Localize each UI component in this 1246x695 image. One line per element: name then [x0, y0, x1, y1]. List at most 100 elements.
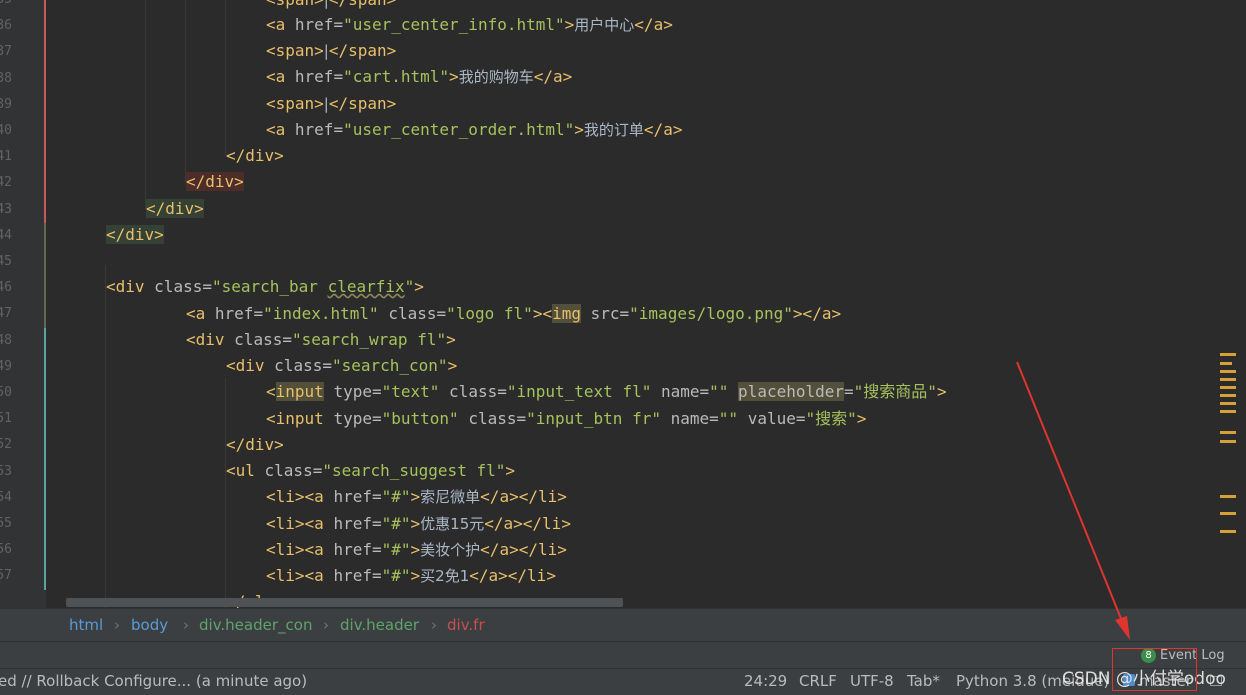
- line-number[interactable]: 43: [0, 197, 12, 223]
- error-stripe-marker[interactable]: [1220, 440, 1236, 443]
- code-token: </a>: [634, 15, 673, 34]
- breadcrumb-item-body[interactable]: body: [131, 616, 168, 634]
- error-stripe-marker[interactable]: [1220, 402, 1236, 405]
- code-token: ></a>: [792, 304, 842, 323]
- line-number[interactable]: 44: [0, 223, 12, 249]
- breadcrumb-item-fr[interactable]: div.fr: [447, 616, 485, 634]
- line-number[interactable]: 48: [0, 328, 12, 354]
- code-token: </div>: [146, 199, 204, 218]
- line-number[interactable]: 35: [0, 0, 12, 13]
- code-token: </a>: [643, 120, 683, 139]
- code-token: src=: [580, 304, 630, 323]
- line-number[interactable]: 41: [0, 144, 12, 170]
- vcs-status-message[interactable]: ed // Rollback Configure... (a minute ag…: [0, 672, 307, 690]
- error-stripe-marker[interactable]: [1220, 512, 1236, 515]
- horizontal-scrollbar[interactable]: [66, 598, 623, 607]
- breadcrumb-item-html[interactable]: html: [69, 616, 103, 634]
- code-line: </div>: [226, 432, 284, 458]
- line-number[interactable]: 36: [0, 13, 12, 39]
- line-number[interactable]: 50: [0, 380, 12, 406]
- line-number[interactable]: 47: [0, 301, 12, 327]
- code-line: <input type="button" class="input_btn fr…: [266, 406, 866, 432]
- line-separator[interactable]: CRLF: [799, 672, 837, 690]
- code-token: class=: [234, 330, 292, 349]
- breadcrumb-item-header[interactable]: div.header: [340, 616, 419, 634]
- code-token: "#": [381, 566, 411, 585]
- breadcrumb-item-header-con[interactable]: div.header_con: [199, 616, 312, 634]
- breadcrumb-separator: ›: [431, 616, 437, 634]
- code-line: </div>: [186, 169, 244, 195]
- code-token: class=: [388, 304, 447, 323]
- code-token: href=: [294, 120, 344, 139]
- code-line: <a href="cart.html">我的购物车</a>: [266, 64, 572, 90]
- code-line: </div>: [106, 222, 164, 248]
- error-stripe-marker[interactable]: [1220, 431, 1236, 434]
- code-token: class=: [468, 409, 527, 428]
- error-stripe-marker[interactable]: [1220, 378, 1236, 381]
- error-stripe-marker[interactable]: [1220, 353, 1236, 356]
- code-token: >: [414, 277, 424, 296]
- line-number[interactable]: 38: [0, 66, 12, 92]
- error-stripe-marker[interactable]: [1220, 394, 1236, 397]
- code-token: ><: [532, 304, 553, 323]
- error-stripe-marker[interactable]: [1220, 410, 1236, 413]
- code-editor[interactable]: 3536373839404142434445464748495051525354…: [0, 0, 1246, 608]
- error-stripe-marker[interactable]: [1220, 362, 1232, 365]
- line-number[interactable]: 40: [0, 118, 12, 144]
- breadcrumb: html › body › div.header_con › div.heade…: [0, 608, 1246, 641]
- code-token: clearfix: [327, 277, 405, 296]
- code-token: href=: [294, 67, 344, 86]
- line-number[interactable]: 52: [0, 432, 12, 458]
- code-token: "user_center_order.html": [343, 120, 575, 139]
- code-token: </div>: [186, 172, 244, 191]
- code-token: </a></li>: [480, 540, 567, 559]
- line-number[interactable]: 49: [0, 354, 12, 380]
- breadcrumb-separator: ›: [323, 616, 329, 634]
- code-token: "button": [381, 409, 469, 428]
- code-token: 我的购物车: [458, 68, 534, 86]
- code-token: "": [709, 382, 739, 401]
- code-token: </div>: [226, 146, 284, 165]
- code-token: "logo fl": [446, 304, 533, 323]
- error-stripe-marker[interactable]: [1220, 370, 1236, 373]
- vcs-change-marker[interactable]: [44, 327, 46, 590]
- line-gutter: 3536373839404142434445464748495051525354…: [0, 0, 46, 608]
- line-number[interactable]: 57: [0, 563, 12, 589]
- code-line: <span>|</span>: [266, 91, 396, 117]
- line-number[interactable]: 53: [0, 459, 12, 485]
- error-stripe-marker[interactable]: [1220, 530, 1236, 533]
- code-token: <li><a: [266, 487, 334, 506]
- file-encoding[interactable]: UTF-8: [850, 672, 894, 690]
- line-number[interactable]: 54: [0, 485, 12, 511]
- line-number[interactable]: 51: [0, 406, 12, 432]
- line-number[interactable]: 56: [0, 537, 12, 563]
- code-token: name=: [670, 409, 719, 428]
- line-number[interactable]: 42: [0, 170, 12, 196]
- code-token: "input_btn fr": [526, 409, 671, 428]
- code-line: <div class="search_con">: [226, 353, 457, 379]
- code-token: "cart.html": [343, 67, 450, 86]
- line-number[interactable]: 45: [0, 249, 12, 275]
- line-number[interactable]: 37: [0, 39, 12, 65]
- code-token: type=: [333, 409, 382, 428]
- cursor-position[interactable]: 24:29: [744, 672, 787, 690]
- code-token: "user_center_info.html": [343, 15, 565, 34]
- code-token: 优惠15元: [420, 515, 485, 533]
- code-token: href=: [333, 487, 382, 506]
- error-stripe-marker[interactable]: [1220, 386, 1236, 389]
- code-token: "search_con": [331, 356, 448, 375]
- indent-setting[interactable]: Tab*: [907, 672, 940, 690]
- line-number[interactable]: 55: [0, 511, 12, 537]
- line-number[interactable]: 46: [0, 275, 12, 301]
- code-token: >: [410, 487, 421, 506]
- code-line: <li><a href="#">优惠15元</a></li>: [266, 511, 571, 537]
- line-number[interactable]: 39: [0, 92, 12, 118]
- code-token: <span>: [266, 41, 324, 60]
- error-stripe-marker[interactable]: [1220, 495, 1236, 498]
- code-token: 用户中心: [574, 16, 635, 34]
- code-token: <div: [226, 356, 275, 375]
- code-token: "#": [381, 514, 411, 533]
- vcs-change-marker[interactable]: [44, 0, 46, 236]
- vcs-change-marker[interactable]: [44, 222, 46, 328]
- code-token: <span>: [266, 94, 324, 113]
